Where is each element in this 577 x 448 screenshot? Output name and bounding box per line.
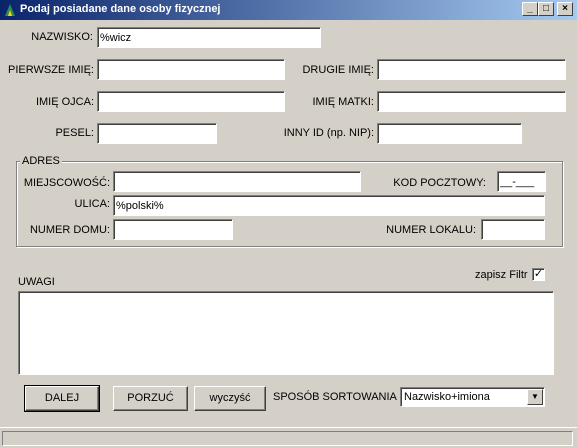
chevron-down-icon[interactable]: ▼ <box>527 389 543 405</box>
kod-pocztowy-label: KOD POCZTOWY: <box>393 177 486 189</box>
porzuc-button[interactable]: PORZUĆ <box>113 386 188 411</box>
uwagi-label: UWAGI <box>18 276 55 288</box>
inny-id-label: INNY ID (np. NIP): <box>283 127 374 139</box>
imie-ojca-label: IMIĘ OJCA: <box>35 96 94 108</box>
miejscowosc-input[interactable] <box>113 171 361 192</box>
nazwisko-input[interactable] <box>97 27 321 48</box>
drugie-imie-label: DRUGIE IMIĘ: <box>302 64 374 76</box>
numer-domu-input[interactable] <box>113 219 233 240</box>
pierwsze-imie-label: PIERWSZE IMIĘ: <box>8 64 94 76</box>
pesel-input[interactable] <box>97 123 217 144</box>
pesel-label: PESEL: <box>55 127 94 139</box>
numer-lokalu-input[interactable] <box>481 219 545 240</box>
title-bar: Podaj posiadane dane osoby fizycznej _ □… <box>0 0 577 20</box>
wyczysc-button[interactable]: wyczyść <box>194 386 266 411</box>
adres-title: ADRES <box>20 155 62 167</box>
drugie-imie-input[interactable] <box>377 59 566 80</box>
status-panel <box>2 431 573 446</box>
sort-selected-value: Nazwisko+imiona <box>404 391 490 403</box>
pierwsze-imie-input[interactable] <box>97 59 285 80</box>
status-bar <box>0 427 577 448</box>
imie-matki-input[interactable] <box>377 91 566 112</box>
zapisz-filtr-checkbox[interactable]: ✓ <box>532 268 545 281</box>
zapisz-filtr-label: zapisz Filtr <box>475 269 528 281</box>
minimize-button[interactable]: _ <box>522 2 538 16</box>
dalej-button[interactable]: DALEJ <box>24 385 100 412</box>
numer-domu-label: NUMER DOMU: <box>29 224 110 236</box>
sort-select[interactable]: Nazwisko+imiona ▼ <box>400 387 545 407</box>
sort-label: SPOSÓB SORTOWANIA <box>273 391 397 403</box>
close-button[interactable]: × <box>557 2 573 16</box>
uwagi-textarea[interactable] <box>18 291 554 375</box>
maximize-button[interactable]: □ <box>538 2 554 16</box>
imie-ojca-input[interactable] <box>97 91 285 112</box>
ulica-label: ULICA: <box>74 198 110 210</box>
window-title: Podaj posiadane dane osoby fizycznej <box>20 3 221 15</box>
kod-pocztowy-input[interactable] <box>497 171 546 192</box>
inny-id-input[interactable] <box>377 123 522 144</box>
nazwisko-label: NAZWISKO: <box>31 31 93 43</box>
numer-lokalu-label: NUMER LOKALU: <box>386 224 476 236</box>
imie-matki-label: IMIĘ MATKI: <box>312 96 374 108</box>
app-icon <box>5 4 15 16</box>
ulica-input[interactable] <box>113 195 545 216</box>
miejscowosc-label: MIEJSCOWOŚĆ: <box>23 177 110 189</box>
